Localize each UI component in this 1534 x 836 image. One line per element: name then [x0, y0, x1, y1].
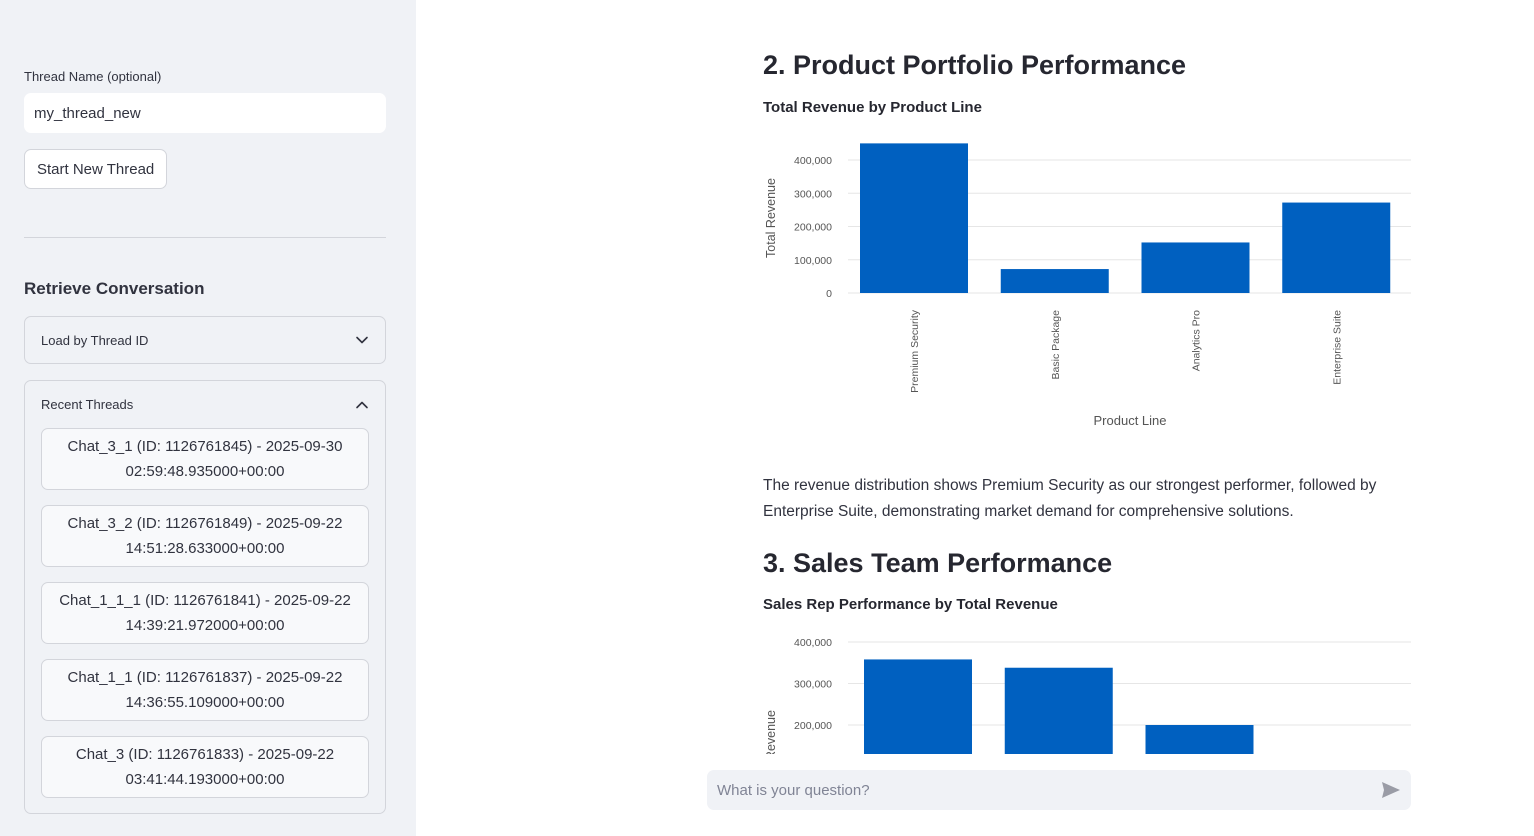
thread-time: 14:39:21.972000+00:00 — [125, 617, 285, 634]
thread-button-chat-1-1[interactable]: Chat_1_1 (ID: 1126761837) - 2025-09-22 1… — [41, 659, 369, 721]
y-tick-label: 0 — [826, 288, 832, 300]
bar — [1000, 269, 1109, 293]
thread-time: 14:51:28.633000+00:00 — [125, 540, 285, 557]
y-axis-label: Total Revenue — [764, 178, 778, 258]
divider — [24, 237, 386, 238]
start-new-thread-button[interactable]: Start New Thread — [24, 149, 168, 189]
bar — [860, 143, 968, 293]
thread-title: Chat_3_1 (ID: 1126761845) - 2025-09-30 — [67, 438, 343, 455]
thread-title: Chat_1_1 (ID: 1126761837) - 2025-09-22 — [67, 669, 343, 686]
load-by-thread-id-label: Load by Thread ID — [41, 332, 149, 348]
y-tick-label: 200,000 — [794, 222, 832, 234]
product-revenue-chart: 0 100,000 200,000 300,000 400,000 Premium Sec… — [764, 143, 1411, 428]
x-tick-label: Premium Security — [909, 309, 921, 393]
y-tick-label: 300,000 — [794, 679, 832, 691]
y-tick-label: 400,000 — [794, 155, 832, 167]
chart2-title: Sales Rep Performance by Total Revenue — [763, 596, 1058, 613]
thread-time: 03:41:44.193000+00:00 — [125, 771, 285, 788]
chat-input-bar — [707, 770, 1411, 810]
thread-button-chat-1-1-1[interactable]: Chat_1_1_1 (ID: 1126761841) - 2025-09-22… — [41, 582, 369, 644]
x-tick-label: Analytics Pro — [1191, 310, 1203, 371]
y-tick-label: 300,000 — [794, 188, 832, 200]
bar — [864, 659, 972, 754]
thread-button-chat-3[interactable]: Chat_3 (ID: 1126761833) - 2025-09-22 03:… — [41, 736, 369, 798]
thread-button-chat-3-1[interactable]: Chat_3_1 (ID: 1126761845) - 2025-09-30 0… — [41, 428, 369, 490]
bar — [1004, 667, 1113, 754]
y-tick-label: 400,000 — [794, 637, 832, 649]
x-tick-label: Enterprise Suite — [1331, 310, 1343, 385]
thread-title: Chat_1_1_1 (ID: 1126761841) - 2025-09-22 — [59, 592, 351, 609]
recent-threads-header[interactable]: Recent Threads — [25, 381, 385, 428]
thread-button-chat-3-2[interactable]: Chat_3_2 (ID: 1126761849) - 2025-09-22 1… — [41, 505, 369, 567]
sales-rep-chart: 200,000 300,000 400,000 Total Revenue — [764, 637, 1411, 754]
recent-threads-label: Recent Threads — [41, 397, 134, 412]
x-axis-label: Product Line — [1094, 413, 1167, 428]
section2-paragraph: The revenue distribution shows Premium S… — [763, 477, 1377, 520]
section2-heading: 2. Product Portfolio Performance — [763, 50, 1187, 80]
bar — [1141, 242, 1250, 293]
recent-threads-expander: Recent Threads Chat_3_1 (ID: 1126761845)… — [24, 380, 386, 814]
y-axis-label: Total Revenue — [764, 710, 778, 754]
section3-heading: 3. Sales Team Performance — [763, 548, 1113, 578]
chart1-title: Total Revenue by Product Line — [763, 99, 982, 116]
load-by-thread-id-header[interactable]: Load by Thread ID — [25, 317, 385, 363]
chat-input[interactable] — [717, 781, 1381, 799]
y-tick-label: 100,000 — [794, 255, 832, 267]
sidebar: Thread Name (optional) Start New Thread … — [0, 0, 416, 836]
thread-name-input[interactable] — [24, 93, 386, 133]
retrieve-conversation-title: Retrieve Conversation — [24, 279, 205, 298]
chevron-up-icon — [355, 398, 369, 412]
thread-title: Chat_3_2 (ID: 1126761849) - 2025-09-22 — [67, 515, 343, 532]
thread-title: Chat_3 (ID: 1126761833) - 2025-09-22 — [75, 746, 335, 763]
x-tick-label: Basic Package — [1050, 310, 1062, 380]
load-by-thread-id-expander[interactable]: Load by Thread ID — [24, 316, 386, 364]
thread-time: 02:59:48.935000+00:00 — [125, 463, 285, 480]
thread-time: 14:36:55.109000+00:00 — [125, 694, 285, 711]
bar — [1145, 725, 1254, 754]
bar — [1282, 202, 1391, 293]
chevron-down-icon — [355, 333, 369, 347]
y-tick-label: 200,000 — [794, 720, 832, 732]
thread-name-label: Thread Name (optional) — [24, 69, 162, 84]
send-icon[interactable] — [1381, 781, 1401, 799]
